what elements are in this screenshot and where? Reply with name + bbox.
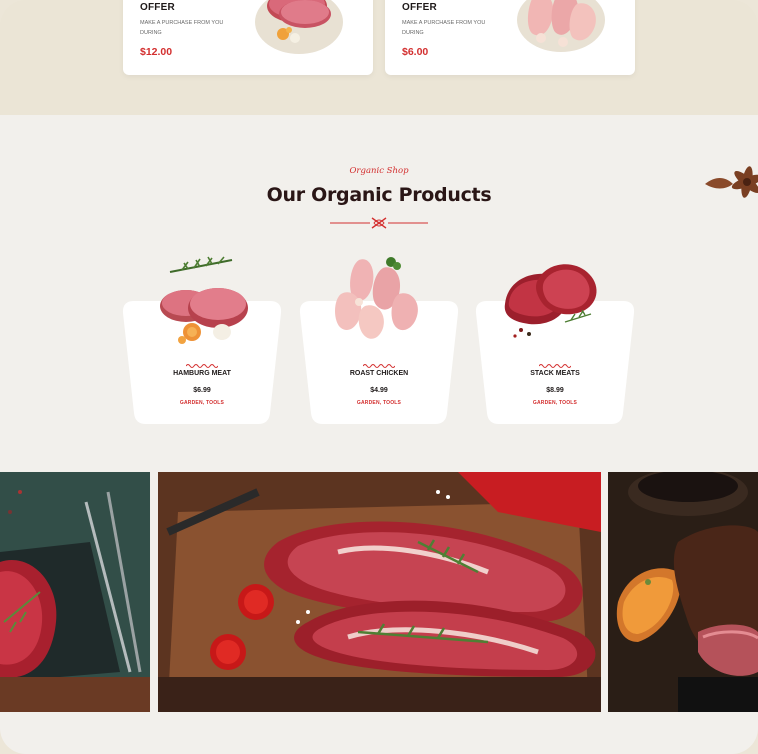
- offer-price: $12.00: [140, 46, 173, 58]
- wave-divider-icon: [363, 364, 395, 368]
- product-name[interactable]: ROAST CHICKEN: [299, 370, 459, 377]
- organic-products-section: Organic Shop Our Organic Products HAMBUR…: [0, 115, 758, 472]
- offer-card[interactable]: OFFER MAKE A PURCHASE FROM YOU DURING $1…: [123, 0, 373, 75]
- product-card[interactable]: ROAST CHICKEN $4.99 GARDEN, TOOLS: [299, 257, 459, 424]
- product-tags[interactable]: GARDEN, TOOLS: [475, 400, 635, 406]
- offer-description: MAKE A PURCHASE FROM YOU DURING: [140, 20, 224, 36]
- roast-chicken-image: [335, 257, 418, 339]
- raw-beef-on-board-image: [158, 472, 601, 712]
- gallery-item[interactable]: [608, 472, 758, 712]
- product-tags[interactable]: GARDEN, TOOLS: [122, 400, 282, 406]
- offer-strip: OFFER MAKE A PURCHASE FROM YOU DURING $1…: [0, 0, 758, 115]
- raw-steak-on-slate-image: [0, 472, 150, 712]
- image-gallery: [0, 472, 758, 754]
- product-name[interactable]: STACK MEATS: [475, 370, 635, 377]
- gallery-item[interactable]: [158, 472, 601, 712]
- grilled-steak-image: [608, 472, 758, 712]
- product-price: $8.99: [546, 387, 564, 394]
- star-anise-icon: [705, 166, 758, 198]
- section-title: Our Organic Products: [266, 184, 492, 206]
- product-tags[interactable]: GARDEN, TOOLS: [299, 400, 459, 406]
- offer-description: MAKE A PURCHASE FROM YOU DURING: [402, 20, 486, 36]
- chicken-legs-image: [517, 0, 605, 52]
- hamburg-meat-image: [160, 256, 248, 344]
- offer-card[interactable]: OFFER MAKE A PURCHASE FROM YOU DURING $6…: [385, 0, 635, 75]
- ornament-divider-icon: [330, 217, 428, 229]
- offer-price: $6.00: [402, 46, 429, 58]
- product-card[interactable]: HAMBURG MEAT $6.99 GARDEN, TOOLS: [122, 256, 282, 424]
- page-frame: OFFER MAKE A PURCHASE FROM YOU DURING $1…: [0, 0, 758, 754]
- ground-meat-patties-image: [255, 0, 343, 54]
- gallery-item[interactable]: [0, 472, 150, 712]
- offer-title: OFFER: [402, 2, 437, 13]
- product-name[interactable]: HAMBURG MEAT: [122, 370, 282, 377]
- wave-divider-icon: [539, 364, 571, 368]
- wave-divider-icon: [186, 364, 218, 368]
- product-price: $4.99: [370, 387, 388, 394]
- product-card[interactable]: STACK MEATS $8.99 GARDEN, TOOLS: [475, 264, 635, 424]
- steak-meat-image: [504, 264, 597, 338]
- section-eyebrow: Organic Shop: [349, 166, 409, 176]
- product-price: $6.99: [193, 387, 211, 394]
- offer-title: OFFER: [140, 2, 175, 13]
